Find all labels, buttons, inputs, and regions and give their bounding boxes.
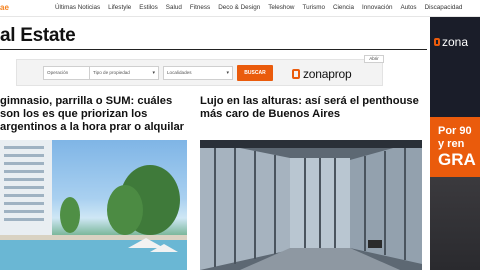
nav-item[interactable]: Últimas Noticias — [55, 4, 100, 11]
nav-item[interactable]: Ciencia — [333, 4, 354, 11]
zonaprop-logo-text: zonaprop — [303, 67, 352, 81]
article-image-building-pool[interactable] — [0, 140, 187, 270]
nav-item[interactable]: Innovación — [362, 4, 392, 11]
nav-item[interactable]: Fitness — [190, 4, 210, 11]
open-button[interactable]: Abrir — [364, 55, 384, 63]
search-button[interactable]: BUSCAR — [237, 65, 273, 81]
operation-select-label: Operación — [47, 70, 69, 75]
site-logo[interactable]: ae — [0, 3, 9, 12]
section-title: al Estate — [0, 25, 76, 46]
ad-text-line: Por 90 — [438, 125, 472, 137]
property-type-select-label: Tipo de propiedad — [93, 70, 130, 75]
zonaprop-ad[interactable]: zona Por 90 y ren GRA — [430, 17, 480, 270]
building-pool-illustration — [0, 140, 187, 270]
nav-item[interactable]: Discapacidad — [425, 4, 463, 11]
search-widget-box: Operación ▾ Tipo de propiedad ▾ Localida… — [16, 59, 383, 86]
nav-item[interactable]: Salud — [166, 4, 182, 11]
chevron-down-icon: ▾ — [226, 70, 229, 76]
nav-item[interactable]: Lifestyle — [108, 4, 131, 11]
article-headline[interactable]: Lujo en las alturas: así será el penthou… — [200, 95, 425, 121]
property-search-widget: Operación ▾ Tipo de propiedad ▾ Localida… — [0, 53, 427, 90]
nav-item[interactable]: Deco & Design — [218, 4, 260, 11]
nav-item[interactable]: Turismo — [302, 4, 325, 11]
nav-item[interactable]: Autos — [400, 4, 416, 11]
ad-brand-logo: zona — [434, 35, 468, 49]
nav-menu: Últimas Noticias Lifestyle Estilos Salud… — [55, 4, 470, 11]
title-divider — [0, 49, 427, 50]
zonaprop-mark-icon — [434, 38, 440, 46]
nav-item[interactable]: Teleshow — [268, 4, 294, 11]
top-navigation: ae Últimas Noticias Lifestyle Estilos Sa… — [0, 0, 480, 17]
ad-text-line: GRA — [438, 150, 476, 169]
ad-brand-text: zona — [442, 35, 469, 49]
ad-photo — [430, 177, 480, 270]
chevron-down-icon: ▾ — [152, 70, 155, 76]
ad-text-line: y ren — [438, 138, 465, 150]
location-select-label: Localidades — [167, 70, 192, 75]
article-image-penthouse[interactable] — [200, 140, 422, 270]
zonaprop-mark-icon — [292, 69, 300, 79]
zonaprop-logo[interactable]: zonaprop — [292, 66, 352, 82]
nav-item[interactable]: Estilos — [139, 4, 158, 11]
location-select[interactable]: Localidades ▾ — [163, 66, 233, 80]
property-type-select[interactable]: Tipo de propiedad ▾ — [89, 66, 159, 80]
article-headline[interactable]: gimnasio, parrilla o SUM: cuáles son los… — [0, 95, 190, 134]
penthouse-interior-illustration — [200, 140, 422, 270]
